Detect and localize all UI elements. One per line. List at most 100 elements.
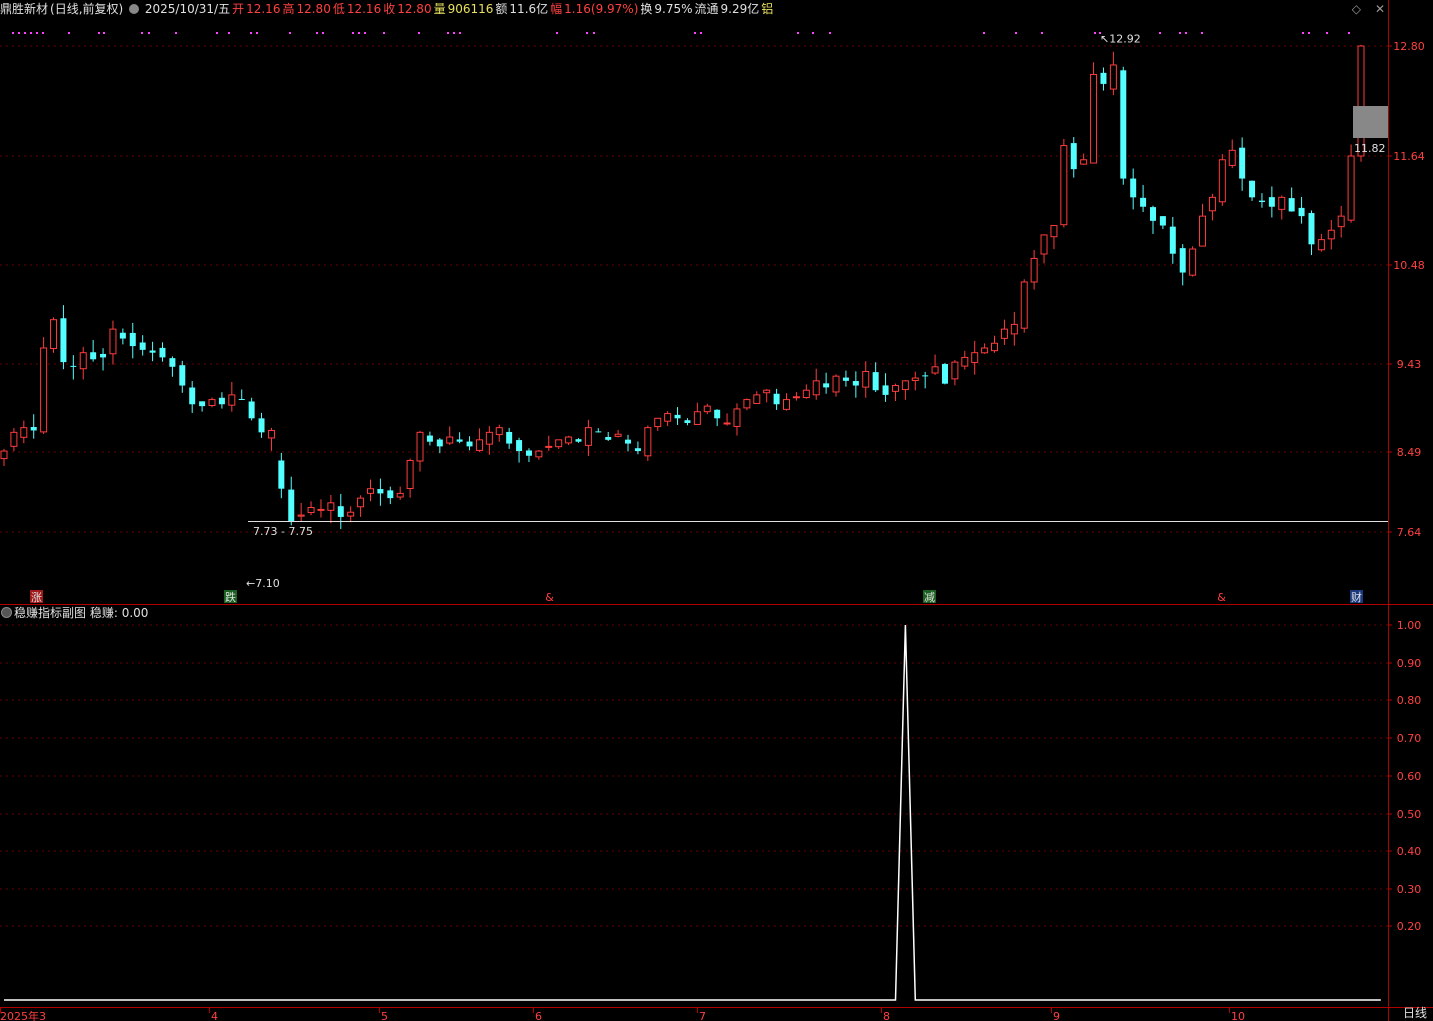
candle-body[interactable] [783,399,791,410]
candle-body[interactable] [1308,213,1315,245]
candle-body[interactable] [50,319,58,349]
candle-body[interactable] [238,398,245,400]
candle-body[interactable] [1100,72,1107,84]
candle-body[interactable] [357,497,365,508]
candle-body[interactable] [20,427,28,438]
candle-body[interactable] [644,427,652,457]
candle-body[interactable] [1060,145,1068,226]
indicator-toggle-icon[interactable] [1,607,12,618]
candle-body[interactable] [951,361,959,380]
candle-body[interactable] [941,363,948,384]
candle-body[interactable] [297,514,305,517]
event-marker[interactable]: 财 [1351,590,1362,604]
event-marker[interactable]: 减 [924,591,935,604]
candle-body[interactable] [60,318,67,363]
candle-body[interactable] [1249,180,1256,198]
candle-body[interactable] [1218,159,1226,203]
candle-body[interactable] [179,365,186,386]
candle-body[interactable] [625,439,632,444]
candle-body[interactable] [684,420,691,423]
candle-body[interactable] [366,488,374,494]
candle-body[interactable] [396,492,404,498]
candle-body[interactable] [475,439,483,451]
candle-body[interactable] [842,377,849,381]
candle-body[interactable] [832,375,840,393]
candle-body[interactable] [1347,155,1355,221]
candle-body[interactable] [1159,216,1166,226]
candle-body[interactable] [1278,196,1286,210]
candle-body[interactable] [109,328,117,355]
candle-body[interactable] [278,460,285,489]
candle-body[interactable] [743,399,751,409]
candle-body[interactable] [1010,323,1018,335]
candle-body[interactable] [79,352,87,370]
candle-body[interactable] [288,489,295,522]
candle-body[interactable] [1288,198,1295,212]
candle-body[interactable] [129,332,136,347]
candle-body[interactable] [981,347,989,354]
candle-body[interactable] [1208,196,1216,212]
candle-body[interactable] [327,502,335,511]
candle-body[interactable] [377,489,384,494]
candle-body[interactable] [208,399,216,406]
candle-body[interactable] [535,450,543,458]
candle-body[interactable] [30,427,37,431]
candle-body[interactable] [525,450,532,456]
candle-body[interactable] [0,450,8,460]
candle-body[interactable] [387,490,394,499]
candle-body[interactable] [922,375,929,377]
candle-body[interactable] [1239,147,1246,179]
candle-body[interactable] [961,356,969,367]
event-marker[interactable]: 跌 [225,590,236,604]
candle-body[interactable] [199,401,206,407]
candle-body[interactable] [1268,197,1275,207]
candle-body[interactable] [723,422,731,425]
candle-body[interactable] [1199,215,1207,247]
candle-body[interactable] [267,429,275,439]
candle-body[interactable] [901,380,909,391]
candle-body[interactable] [119,332,126,339]
candle-body[interactable] [90,352,97,360]
candle-body[interactable] [10,431,18,447]
candle-body[interactable] [446,436,454,444]
candle-body[interactable] [872,372,879,391]
candle-body[interactable] [228,394,236,406]
candle-body[interactable] [1140,197,1147,207]
candle-body[interactable] [931,366,939,374]
candle-body[interactable] [674,414,681,419]
candle-body[interactable] [733,408,741,427]
candle-body[interactable] [545,445,553,448]
candle-body[interactable] [911,377,919,382]
candle-body[interactable] [139,342,146,350]
candle-body[interactable] [149,350,156,353]
candle-body[interactable] [555,439,563,448]
candle-body[interactable] [1050,225,1058,238]
candle-body[interactable] [100,353,107,358]
candle-body[interactable] [1327,229,1335,240]
candle-body[interactable] [258,418,265,433]
indicator-title[interactable]: 稳赚指标副图 [14,606,86,620]
candle-body[interactable] [189,387,196,405]
candle-body[interactable] [169,358,176,367]
candle-body[interactable] [436,439,443,447]
candle-body[interactable] [565,436,573,444]
candle-body[interactable] [1357,45,1365,157]
candle-body[interactable] [971,352,979,363]
candle-body[interactable] [753,394,761,404]
candle-body[interactable] [575,439,582,442]
candle-body[interactable] [1317,239,1325,251]
candle-body[interactable] [862,370,870,388]
candle-body[interactable] [317,508,325,511]
candle-body[interactable] [248,401,255,419]
candle-body[interactable] [584,427,592,446]
event-marker[interactable]: 涨 [31,591,42,604]
candle-body[interactable] [1120,70,1127,179]
candle-body[interactable] [823,383,830,388]
candle-body[interactable] [703,405,711,413]
candle-body[interactable] [466,441,473,447]
candle-body[interactable] [693,411,701,425]
candle-body[interactable] [347,511,355,517]
candle-body[interactable] [1258,200,1265,203]
candle-body[interactable] [516,440,523,452]
candle-body[interactable] [882,385,889,395]
